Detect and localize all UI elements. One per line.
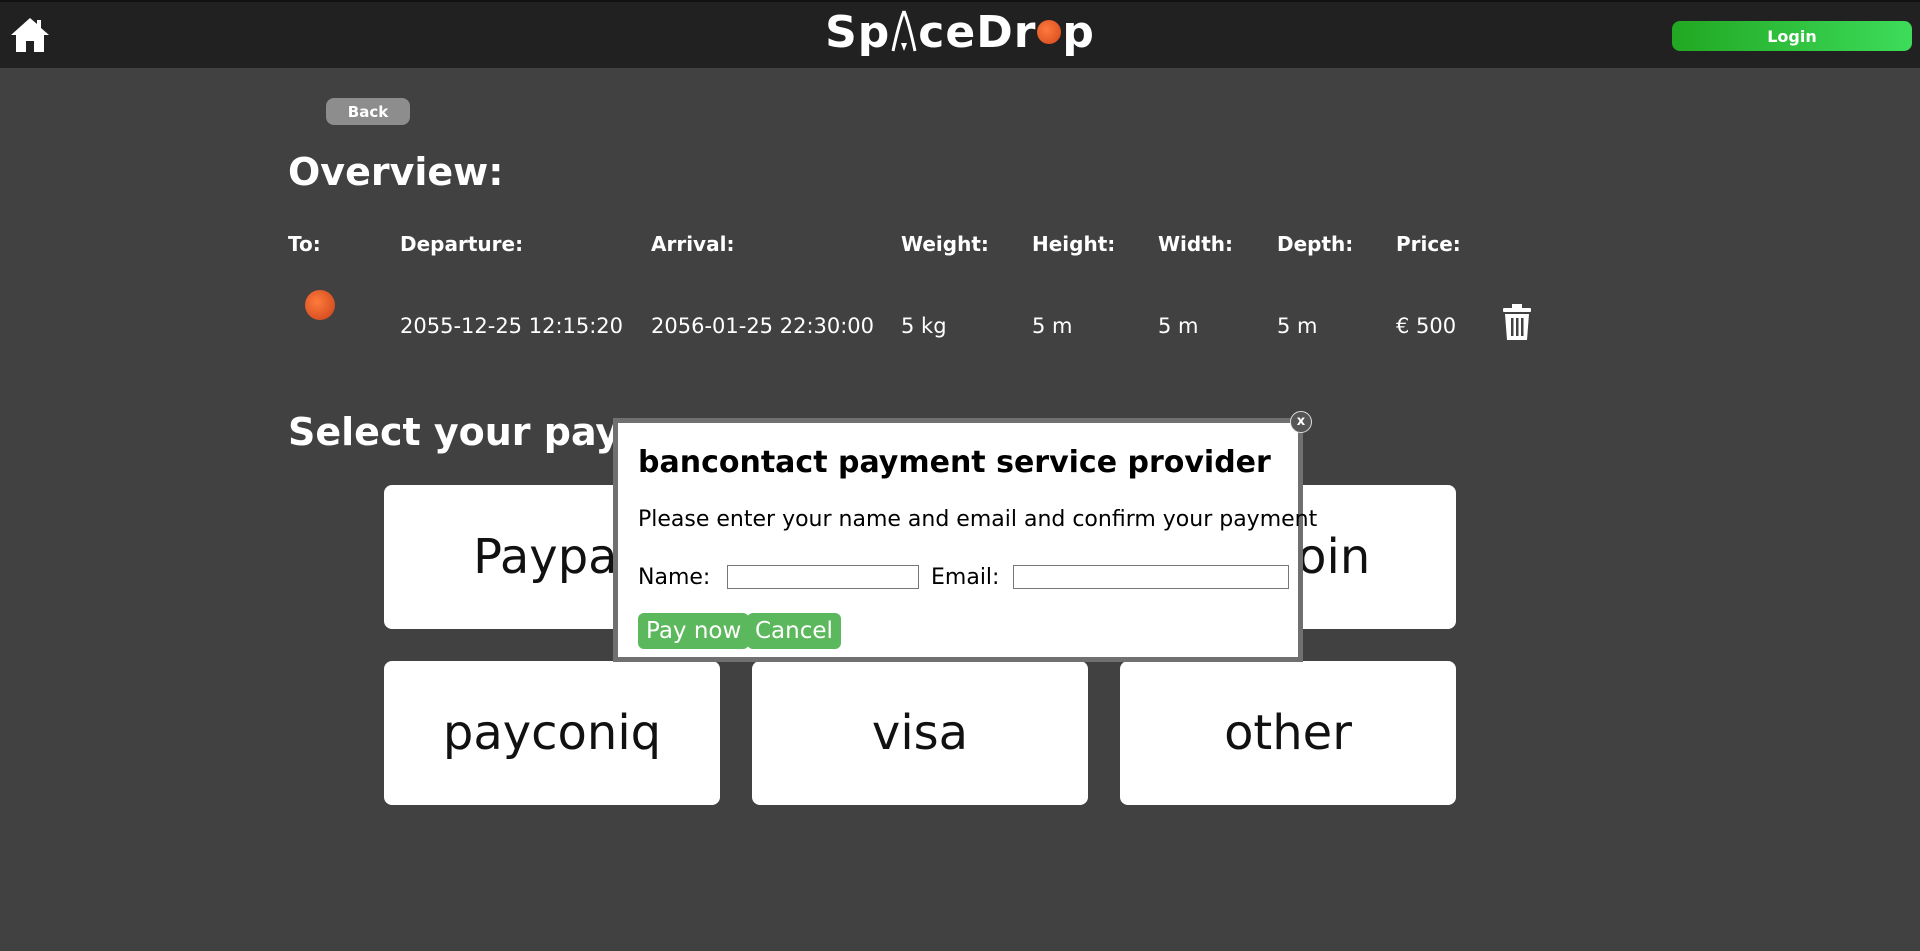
column-header-departure: Departure: [400,232,524,256]
departure-value: 2055-12-25 12:15:20 [400,314,624,338]
logo-text-end: p [1062,7,1095,58]
modal-title: bancontact payment service provider [638,445,1271,480]
close-modal-button[interactable]: x [1290,411,1312,433]
email-input[interactable] [1013,565,1289,589]
planet-icon [1037,20,1062,44]
payment-option-visa[interactable]: visa [752,661,1088,805]
cancel-button[interactable]: Cancel [747,613,841,649]
rocket-icon [891,10,917,52]
logo-text-start: Sp [825,7,891,58]
payment-modal: bancontact payment service provider Plea… [613,418,1317,662]
payment-option-payconiq[interactable]: payconiq [384,661,720,805]
payment-option-other[interactable]: other [1120,661,1456,805]
pay-now-button[interactable]: Pay now [638,613,750,649]
price-value: € 500 [1396,314,1457,338]
width-value: 5 m [1158,314,1199,338]
destination-planet-icon [305,290,335,320]
column-header-weight: Weight: [901,232,989,256]
column-header-arrival: Arrival: [651,232,735,256]
app-logo: Sp ceDr p [0,8,1920,58]
column-header-depth: Depth: [1277,232,1354,256]
trash-icon[interactable] [1502,304,1532,340]
column-header-width: Width: [1158,232,1234,256]
column-header-to: To: [288,232,321,256]
login-button[interactable]: Login [1672,21,1912,51]
top-bar: Sp ceDr p Login [0,0,1920,68]
overview-title: Overview: [288,150,504,194]
name-label: Name: [638,565,711,590]
logo-text-middle: ceDr [918,7,1037,58]
weight-value: 5 kg [901,314,947,338]
column-header-height: Height: [1032,232,1116,256]
column-header-price: Price: [1396,232,1461,256]
height-value: 5 m [1032,314,1073,338]
modal-instruction: Please enter your name and email and con… [638,507,1318,532]
name-input[interactable] [727,565,919,589]
email-label: Email: [931,565,1000,590]
depth-value: 5 m [1277,314,1318,338]
back-button[interactable]: Back [326,98,410,125]
arrival-value: 2056-01-25 22:30:00 [651,314,875,338]
